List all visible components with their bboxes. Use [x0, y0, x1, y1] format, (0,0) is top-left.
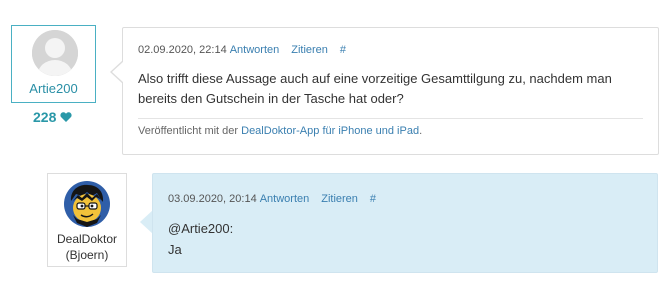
forum-post-highlighted: 03.09.2020, 20:14 Antworten Zitieren # @Art… [152, 173, 658, 273]
quote-link[interactable]: Zitieren [321, 193, 358, 205]
quote-link[interactable]: Zitieren [291, 44, 328, 56]
heart-icon [60, 112, 72, 122]
signature-suffix: . [419, 125, 423, 137]
likes-count: 228 [33, 109, 72, 125]
post-date: 03.09.2020, 20:14 [168, 193, 257, 205]
author-card-artie200[interactable]: Artie200 [11, 25, 96, 103]
post-date: 02.09.2020, 22:14 [138, 44, 227, 56]
signature-divider [138, 118, 643, 119]
post-body: Also trifft diese Aussage auch auf eine … [138, 71, 612, 106]
post-meta: 02.09.2020, 22:14 Antworten Zitieren # [138, 44, 346, 56]
author-name: DealDoktor [56, 232, 118, 246]
author-card-dealdoktor[interactable]: DealDoktor (Bjoern) [47, 173, 127, 267]
author-name-link[interactable]: DealDoktor (Bjoern) [48, 231, 126, 263]
author-name-link[interactable]: Artie200 [12, 81, 95, 96]
reply-link[interactable]: Antworten [260, 193, 310, 205]
permalink-link[interactable]: # [370, 193, 376, 205]
post-meta: 03.09.2020, 20:14 Antworten Zitieren # [168, 193, 376, 205]
post-signature: Veröffentlicht mit der DealDoktor-App fü… [138, 125, 422, 137]
app-download-link[interactable]: DealDoktor-App für iPhone und iPad [241, 125, 419, 137]
likes-value: 228 [33, 109, 57, 125]
author-realname: (Bjoern) [65, 248, 109, 262]
user-silhouette-icon [32, 30, 78, 76]
permalink-link[interactable]: # [340, 44, 346, 56]
user-mention[interactable]: @Artie200: [168, 218, 233, 239]
reply-link[interactable]: Antworten [230, 44, 280, 56]
forum-post: 02.09.2020, 22:14 Antworten Zitieren # Also… [122, 27, 659, 155]
default-avatar[interactable] [32, 30, 78, 76]
cartoon-face-avatar[interactable] [64, 181, 110, 227]
signature-prefix: Veröffentlicht mit der [138, 125, 242, 137]
post-text: Ja [168, 242, 182, 257]
post-pointer-arrow-fill [112, 61, 124, 83]
post-body: @Artie200: Ja [168, 218, 233, 260]
